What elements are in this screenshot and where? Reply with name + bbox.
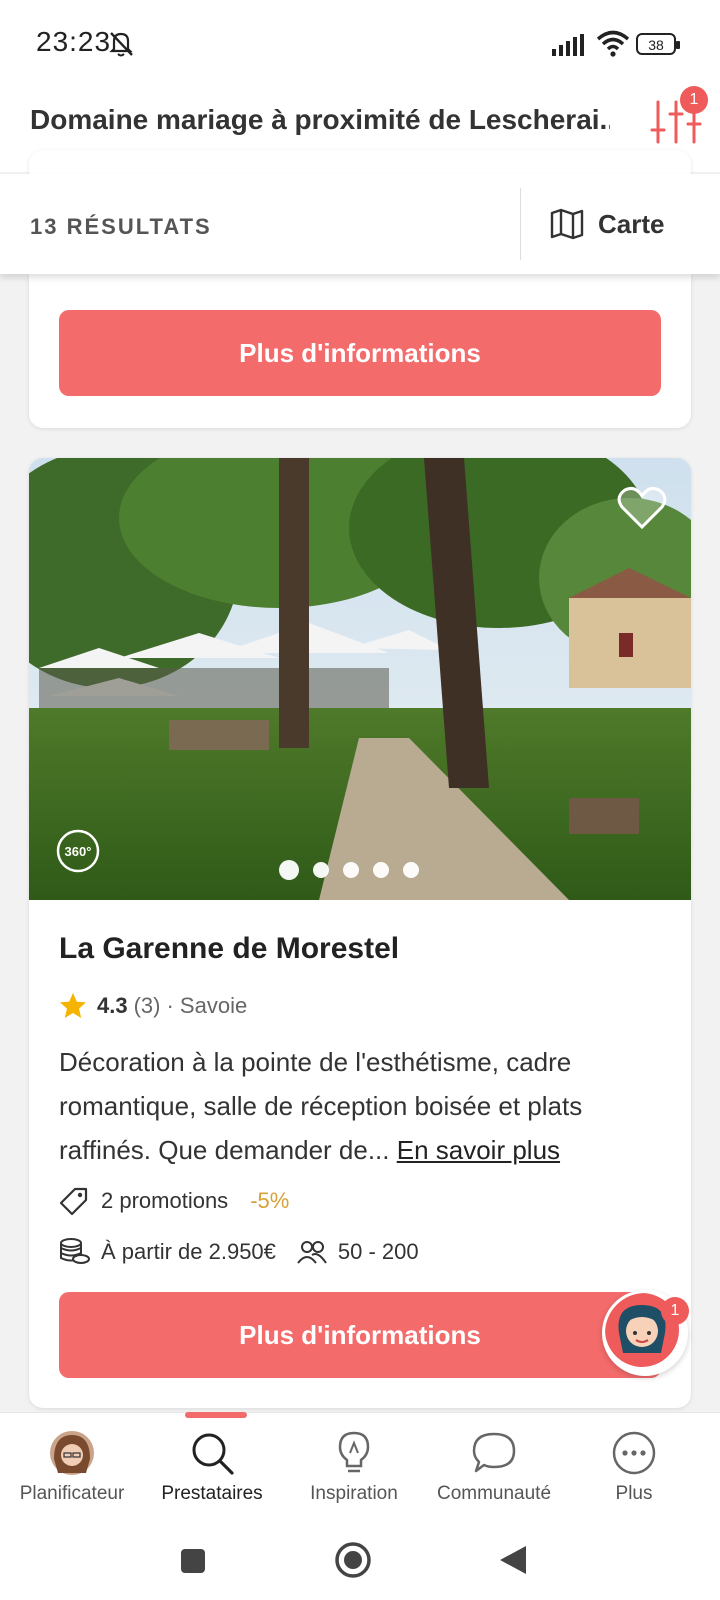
vendor-card[interactable]: 360° La Garenne de Morestel 4.3 (3) · Sa… <box>29 458 691 1408</box>
nav-plus[interactable]: Plus <box>562 1429 706 1505</box>
signal-icon <box>552 34 584 56</box>
search-title[interactable]: Domaine mariage à proximité de Lescherai… <box>30 104 610 136</box>
nav-inspiration[interactable]: Inspiration <box>282 1429 426 1505</box>
nav-label: Communauté <box>436 1483 552 1504</box>
coins-icon <box>60 1238 90 1264</box>
carousel-dot[interactable] <box>279 860 299 880</box>
bell-muted-icon <box>109 32 133 57</box>
nav-label: Planificateur <box>19 1483 125 1504</box>
nav-label: Plus <box>615 1483 653 1504</box>
search-icon <box>192 1433 234 1475</box>
promotions-text: 2 promotions <box>101 1188 229 1213</box>
map-button[interactable]: Carte <box>550 200 664 248</box>
rating-row: 4.3 (3) · Savoie <box>59 992 247 1020</box>
carousel-dot[interactable] <box>373 862 389 878</box>
star-icon <box>60 993 86 1018</box>
battery-indicator: 38 <box>636 33 680 55</box>
chat-bubble-icon <box>472 1432 516 1473</box>
promotions-row: 2 promotions -5% <box>59 1186 289 1216</box>
carousel-dots <box>279 860 419 880</box>
guests-icon <box>297 1241 327 1264</box>
venue-name[interactable]: La Garenne de Morestel <box>59 932 399 966</box>
rating-value: 4.3 <box>97 993 128 1018</box>
favorite-heart-icon[interactable] <box>617 486 667 530</box>
recents-icon[interactable] <box>180 1548 206 1574</box>
nav-prestataires[interactable]: Prestataires <box>140 1429 284 1505</box>
filter-badge: 1 <box>680 86 708 114</box>
read-more-link[interactable]: En savoir plus <box>397 1135 560 1165</box>
map-label: Carte <box>598 208 665 239</box>
venue-photo[interactable] <box>29 458 691 900</box>
more-icon <box>612 1431 656 1475</box>
bottom-navigation: Planificateur Prestataires Inspiration C… <box>0 1412 720 1521</box>
carousel-dot[interactable] <box>343 862 359 878</box>
nav-planificateur[interactable]: Planificateur <box>0 1429 144 1505</box>
svg-text:360°: 360° <box>65 844 92 859</box>
discount-text: -5% <box>250 1188 290 1213</box>
nav-communaute[interactable]: Communauté <box>422 1429 566 1505</box>
lightbulb-icon <box>338 1431 370 1473</box>
wifi-icon <box>596 30 630 57</box>
review-count: (3) <box>133 993 161 1018</box>
system-navigation-bar <box>0 1520 720 1600</box>
nav-label: Prestataires <box>161 1483 263 1504</box>
results-bar: 13 RÉSULTATS Carte <box>0 174 720 274</box>
tag-icon <box>59 1187 88 1216</box>
carousel-dot[interactable] <box>313 862 329 878</box>
venue-location: · Savoie <box>166 993 248 1018</box>
capacity-text: 50 - 200 <box>337 1239 419 1264</box>
back-icon[interactable] <box>498 1544 528 1576</box>
active-tab-indicator <box>185 1412 247 1418</box>
nav-label: Inspiration <box>310 1483 398 1504</box>
venue-description: Décoration à la pointe de l'esthétisme, … <box>59 1040 659 1172</box>
price-text: À partir de 2.950€ <box>101 1239 276 1264</box>
price-capacity-row: À partir de 2.950€ 50 - 200 <box>59 1238 419 1266</box>
results-count: 13 RÉSULTATS <box>30 214 212 239</box>
chat-badge: 1 <box>661 1297 689 1325</box>
more-info-button[interactable]: Plus d'informations <box>59 1292 661 1378</box>
divider <box>520 188 521 260</box>
more-info-button[interactable]: Plus d'informations <box>59 310 661 396</box>
carousel-dot[interactable] <box>403 862 419 878</box>
map-icon <box>550 208 584 240</box>
status-time: 23:23 <box>36 26 112 57</box>
home-icon[interactable] <box>334 1541 372 1579</box>
360-view-icon[interactable]: 360° <box>55 828 101 874</box>
avatar <box>50 1431 94 1475</box>
